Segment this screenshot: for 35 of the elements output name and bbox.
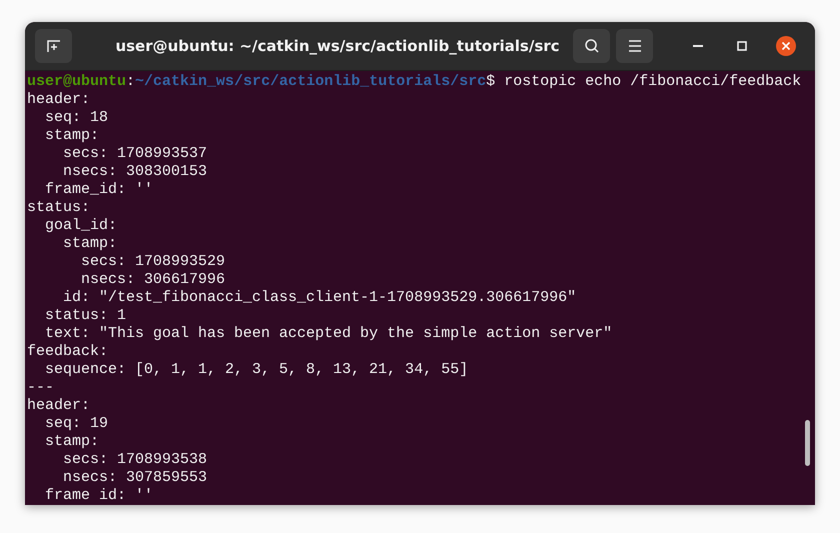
output-line: stamp: bbox=[44, 433, 100, 451]
menu-icon bbox=[628, 40, 642, 52]
output-line: seq: 19 bbox=[44, 415, 110, 433]
new-tab-icon bbox=[46, 38, 62, 54]
output-line: nsecs: 307859553 bbox=[62, 469, 208, 487]
output-line: frame id: '' bbox=[44, 487, 154, 505]
output-line: seq: 18 bbox=[44, 109, 110, 127]
output-line: frame_id: '' bbox=[44, 181, 154, 199]
output-line: feedback: bbox=[27, 343, 110, 361]
maximize-icon bbox=[737, 41, 747, 51]
close-icon bbox=[776, 36, 796, 56]
command-line: user@ubuntu:~/catkin_ws/src/actionlib_tutorials/src$ rostopic echo /fibonacci/feedback bbox=[27, 73, 802, 91]
output-line: text: "This goal has been accepted by the simple action server" bbox=[44, 325, 614, 343]
output-line: id: "/test_fibonacci_class_client-1-1708993529.306617996" bbox=[62, 289, 578, 307]
menu-button[interactable] bbox=[616, 29, 653, 63]
output-line: nsecs: 308300153 bbox=[62, 163, 208, 181]
minimize-icon bbox=[693, 45, 703, 47]
search-button[interactable] bbox=[573, 29, 610, 63]
output-line: header: bbox=[27, 397, 92, 415]
output-line: secs: 1708993529 bbox=[80, 253, 226, 271]
output-line: stamp: bbox=[62, 235, 118, 253]
output-line: header: bbox=[27, 91, 92, 109]
output-line: --- bbox=[27, 379, 56, 397]
output-line: goal_id: bbox=[44, 217, 118, 235]
output-line: nsecs: 306617996 bbox=[80, 271, 226, 289]
search-icon bbox=[584, 38, 600, 54]
output-line: secs: 1708993538 bbox=[62, 451, 208, 469]
output-line: secs: 1708993537 bbox=[62, 145, 208, 163]
scrollbar-thumb[interactable] bbox=[805, 420, 810, 466]
output-line: status: 1 bbox=[44, 307, 128, 325]
output-line: status: bbox=[27, 199, 92, 217]
window-title: user@ubuntu: ~/catkin_ws/src/actionlib_tutorials/src bbox=[114, 37, 561, 55]
output-line: stamp: bbox=[44, 127, 100, 145]
output-line: sequence: [0, 1, 1, 2, 3, 5, 8, 13, 21, 34, 55] bbox=[44, 361, 470, 379]
new-tab-button[interactable] bbox=[35, 29, 72, 63]
